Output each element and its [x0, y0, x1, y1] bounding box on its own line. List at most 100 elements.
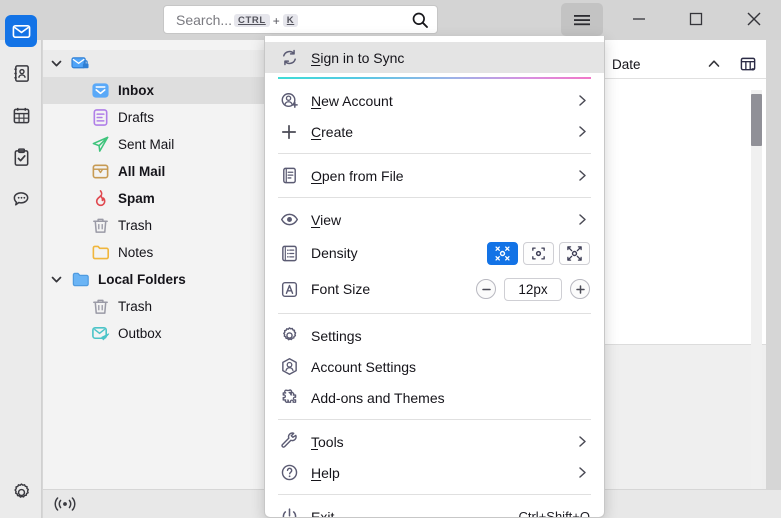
maximize-icon — [689, 12, 703, 26]
sent-mail-icon — [89, 136, 111, 154]
menu-separator — [278, 313, 591, 314]
app-menu-button[interactable] — [561, 3, 603, 36]
chevron-right-icon — [575, 212, 590, 227]
all-mail-icon — [89, 163, 111, 181]
sidebar-item-address-book[interactable] — [5, 57, 37, 89]
density-button-group — [487, 241, 590, 265]
search-icon[interactable] — [411, 11, 429, 29]
column-picker-icon[interactable] — [740, 56, 757, 73]
sidebar-item-calendar[interactable] — [5, 99, 37, 131]
folder-label: Notes — [118, 245, 154, 260]
maximize-button[interactable] — [673, 0, 719, 38]
close-icon — [747, 12, 761, 26]
menu-separator — [278, 494, 591, 495]
settings-gear-icon[interactable] — [6, 477, 36, 507]
font-size-icon — [278, 278, 300, 300]
folder-label: Trash — [118, 218, 153, 233]
menu-item-tools[interactable]: Tools — [265, 426, 604, 457]
menu-item-settings[interactable]: Settings — [265, 320, 604, 351]
help-icon — [278, 462, 300, 484]
menu-item-font-size: Font Size 12px — [265, 271, 604, 307]
sync-icon — [278, 47, 300, 69]
menu-label-help: Help — [311, 464, 340, 481]
font-size-decrease-button[interactable] — [476, 279, 496, 299]
menu-item-help[interactable]: Help — [265, 457, 604, 488]
search-input[interactable]: Search... CTRL + K — [163, 5, 438, 34]
sidebar-item-mail[interactable] — [5, 15, 37, 47]
folder-label: Spam — [118, 191, 155, 206]
connection-status-icon — [53, 496, 77, 512]
spaces-toolbar — [0, 15, 42, 518]
menu-item-open-from-file[interactable]: Open from File — [265, 160, 604, 191]
addons-puzzle-icon — [278, 387, 300, 409]
menu-label-rest: pen from File — [321, 167, 404, 184]
thunderbird-window: Search... CTRL + K Inbox Drafts Sent Mai… — [0, 0, 781, 518]
density-icon — [278, 242, 300, 264]
vertical-scrollbar-track[interactable] — [751, 90, 762, 518]
menu-item-addons-and-themes[interactable]: Add-ons and Themes — [265, 382, 604, 413]
spam-flame-icon — [89, 190, 111, 208]
folder-label: Trash — [118, 299, 153, 314]
account-settings-icon — [278, 356, 300, 378]
menu-label-rest: iew — [320, 211, 342, 228]
chevron-down-icon[interactable] — [43, 57, 69, 70]
search-placeholder: Search... CTRL + K — [176, 12, 300, 28]
new-account-icon — [278, 90, 300, 112]
chevron-right-icon — [575, 93, 590, 108]
mail-icon — [12, 24, 30, 38]
menu-label-settings: Settings — [311, 327, 362, 344]
menu-label-open-from-file: Open from File — [311, 167, 404, 184]
sidebar-item-chat[interactable] — [5, 183, 37, 215]
menu-label-account-settings: Account Settings — [311, 358, 417, 375]
outbox-icon — [89, 325, 111, 343]
chevron-down-icon[interactable] — [43, 273, 69, 286]
trash-icon — [89, 217, 111, 235]
density-compact-button[interactable] — [487, 241, 518, 265]
plus-icon — [278, 121, 300, 143]
close-button[interactable] — [731, 0, 777, 38]
menu-label-tools: Tools — [311, 433, 344, 450]
column-header-date[interactable]: Date — [612, 57, 641, 72]
trash-icon — [89, 298, 111, 316]
notes-folder-icon — [89, 244, 111, 262]
menu-item-view[interactable]: View — [265, 204, 604, 235]
menu-label-font-size: Font Size — [311, 281, 371, 297]
menu-shortcut-exit: Ctrl+Shift+Q — [518, 509, 590, 518]
font-size-increase-button[interactable] — [570, 279, 590, 299]
menu-label-rest: ools — [318, 433, 344, 450]
menu-label-rest: elp — [321, 464, 340, 481]
folder-label: Sent Mail — [118, 137, 175, 152]
power-icon — [278, 506, 300, 517]
menu-separator — [278, 419, 591, 420]
menu-label-rest: reate — [321, 123, 354, 140]
vertical-scrollbar-thumb[interactable] — [751, 94, 762, 146]
menu-item-sign-in-to-sync[interactable]: Sign in to Sync — [265, 42, 604, 73]
app-menu-popup: Sign in to Sync New Account Create Open … — [264, 36, 605, 518]
folder-label: Drafts — [118, 110, 155, 125]
drafts-icon — [89, 109, 111, 127]
density-relaxed-button[interactable] — [559, 241, 590, 265]
menu-label-new-account: New Account — [311, 92, 393, 109]
menu-label-exit: Exit — [311, 508, 335, 518]
folder-label: Outbox — [118, 326, 162, 341]
chevron-right-icon — [575, 168, 590, 183]
density-default-button[interactable] — [523, 241, 554, 265]
menu-item-exit[interactable]: Exit Ctrl+Shift+Q — [265, 501, 604, 518]
menu-item-create[interactable]: Create — [265, 116, 604, 147]
menu-separator — [278, 153, 591, 154]
folder-label: All Mail — [118, 164, 166, 179]
sort-ascending-icon[interactable] — [706, 56, 722, 72]
address-book-icon — [13, 64, 29, 82]
kbd-k: K — [282, 14, 299, 28]
chat-icon — [13, 191, 28, 206]
sidebar-item-tasks[interactable] — [5, 141, 37, 173]
kbd-plus: + — [272, 13, 280, 28]
inbox-icon — [89, 82, 111, 100]
chevron-right-icon — [575, 465, 590, 480]
font-size-value[interactable]: 12px — [504, 277, 562, 301]
account-mail-icon — [69, 55, 91, 73]
tasks-icon — [14, 147, 28, 166]
minimize-button[interactable] — [616, 0, 662, 38]
menu-item-account-settings[interactable]: Account Settings — [265, 351, 604, 382]
menu-item-new-account[interactable]: New Account — [265, 85, 604, 116]
